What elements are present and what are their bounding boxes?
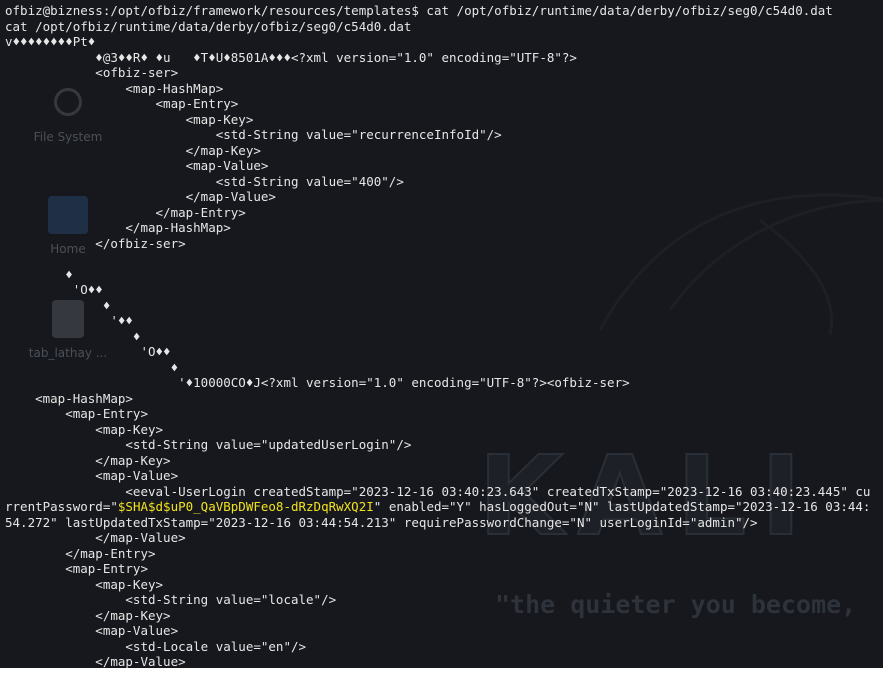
terminal-line: <map-Key> [5, 421, 164, 437]
terminal-window[interactable]: File System Home tab_lathay ... KALI "th… [0, 0, 883, 668]
terminal-line: ♦@3♦♦R♦ ♦u ♦T♦U♦8501A♦♦♦<?xml version="1… [5, 49, 577, 65]
terminal-line: '♦10000CO♦J<?xml version="1.0" encoding=… [5, 375, 630, 390]
terminal-line: <map-Entry> [5, 561, 148, 576]
terminal-line: <map-Value> [5, 468, 179, 483]
terminal-text-segment: rrentPassword=" [5, 499, 118, 514]
terminal-line: <map-HashMap> [5, 390, 133, 406]
terminal-line: </map-Key> [5, 452, 171, 468]
terminal-line: <eeval-UserLogin createdStamp="2023-12-1… [5, 483, 871, 499]
terminal-line: 54.272" lastUpdatedTxStamp="2023-12-16 0… [5, 514, 758, 530]
terminal-line: 'O♦♦ [5, 282, 103, 297]
terminal-line: </map-Value> [5, 654, 186, 668]
terminal-line: <map-Key> [5, 111, 254, 127]
terminal-line: <map-Entry> [5, 96, 239, 111]
terminal-line: <std-String value="400"/> [5, 173, 404, 189]
terminal-line: '♦♦ [5, 313, 133, 328]
terminal-line: <ofbiz-ser> [5, 65, 179, 80]
terminal-line: </map-Entry> [5, 545, 156, 561]
terminal-line: 'O♦♦ [5, 344, 171, 359]
terminal-line: <map-Key> [5, 576, 164, 592]
terminal-line: <map-Value> [5, 158, 269, 173]
password-hash-highlight: $SHA$d$uP0_QaVBpDWFeo8-dRzDqRwXQ2I [117, 499, 374, 514]
terminal-line: </map-Value> [5, 530, 186, 545]
terminal-line-password: rrentPassword="$SHA$d$uP0_QaVBpDWFeo8-dR… [5, 499, 883, 515]
terminal-line: </map-Key> [5, 607, 171, 623]
terminal-line: ♦ [5, 297, 111, 313]
terminal-line: <std-String value="recurrenceInfoId"/> [5, 127, 502, 142]
terminal-line: ♦ [5, 328, 141, 344]
terminal-line: </map-HashMap> [5, 220, 231, 235]
terminal-line: cat /opt/ofbiz/runtime/data/derby/ofbiz/… [5, 18, 412, 34]
terminal-line: <map-Value> [5, 623, 179, 638]
terminal-line: <std-String value="updatedUserLogin"/> [5, 437, 412, 452]
terminal-line: <std-String value="locale"/> [5, 592, 337, 607]
terminal-text-segment: " enabled="Y" hasLoggedOut="N" lastUpdat… [373, 499, 871, 514]
terminal-line: </ofbiz-ser> [5, 235, 186, 251]
terminal-line: <std-Locale value="en"/> [5, 638, 307, 654]
terminal-line: <map-Entry> [5, 406, 148, 421]
terminal-line: v♦♦♦♦♦♦♦♦Pt♦ [5, 34, 96, 49]
terminal-line: </map-Value> [5, 189, 276, 204]
terminal-line: <map-HashMap> [5, 80, 224, 96]
terminal-prompt-line: ofbiz@bizness:/opt/ofbiz/framework/resou… [5, 3, 833, 18]
terminal-line: </map-Key> [5, 142, 261, 158]
terminal-output[interactable]: ofbiz@bizness:/opt/ofbiz/framework/resou… [5, 3, 883, 668]
terminal-line: ♦ [5, 359, 179, 375]
terminal-line: ♦ [5, 266, 73, 282]
terminal-line: </map-Entry> [5, 204, 246, 220]
